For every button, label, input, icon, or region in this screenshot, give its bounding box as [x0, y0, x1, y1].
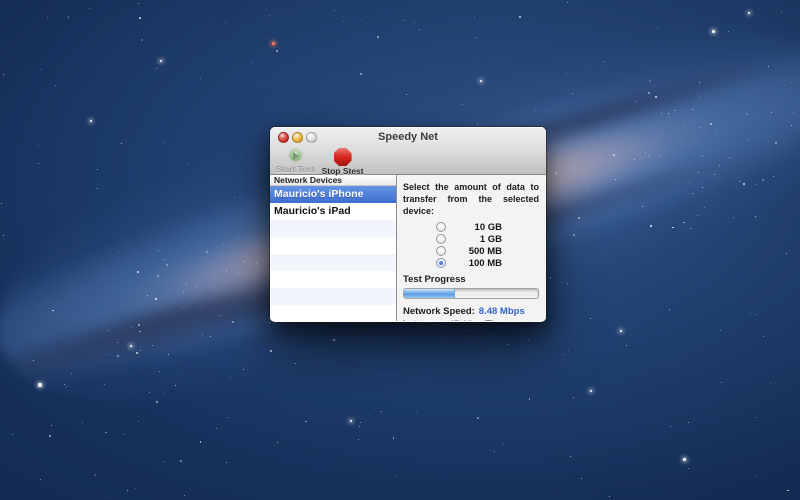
- latency-group: Latency: 47.63 ms: [403, 318, 485, 321]
- latency-label: Latency:: [403, 319, 442, 321]
- device-list-header: Network Devices: [270, 175, 396, 186]
- data-size-radio-group: 10 GB 1 GB 500 MB 100 MB: [436, 221, 539, 269]
- device-list: Network Devices Mauricio's iPhone Mauric…: [270, 175, 397, 321]
- time-group: Time: 00:37: [485, 318, 539, 321]
- transfer-panel: Select the amount of data to transfer fr…: [397, 175, 546, 321]
- progress-bar: [403, 288, 539, 299]
- titlebar[interactable]: Speedy Net: [270, 127, 546, 148]
- stop-test-button[interactable]: Stop Stest: [322, 148, 364, 176]
- app-window: Speedy Net Start Test Stop Stest Network…: [270, 127, 546, 322]
- empty-row: [270, 305, 396, 321]
- stop-icon: [334, 148, 352, 166]
- start-test-button[interactable]: Start Test: [276, 148, 315, 174]
- window-title: Speedy Net: [270, 131, 546, 143]
- window-header[interactable]: Speedy Net Start Test Stop Stest: [270, 127, 546, 175]
- stats: Network Speed: 8.48 Mbps Latency: 47.63 …: [403, 305, 539, 321]
- stop-test-label: Stop Stest: [322, 166, 364, 176]
- time-label: Time:: [485, 319, 510, 321]
- instruction-text: Select the amount of data to transfer fr…: [403, 181, 539, 217]
- window-content: Network Devices Mauricio's iPhone Mauric…: [270, 175, 546, 321]
- radio-label: 1 GB: [452, 234, 502, 245]
- empty-row: [270, 271, 396, 288]
- radio-circle-icon[interactable]: [436, 234, 446, 244]
- latency-time-line: Latency: 47.63 ms Time: 00:37: [403, 318, 539, 321]
- toolbar: Start Test Stop Stest: [270, 148, 546, 175]
- radio-option-500mb[interactable]: 500 MB: [436, 245, 539, 257]
- device-row-iphone[interactable]: Mauricio's iPhone: [270, 186, 396, 203]
- radio-circle-icon[interactable]: [436, 222, 446, 232]
- empty-row: [270, 288, 396, 305]
- empty-row: [270, 237, 396, 254]
- radio-label: 500 MB: [452, 246, 502, 257]
- network-speed-line: Network Speed: 8.48 Mbps: [403, 305, 539, 318]
- radio-option-1gb[interactable]: 1 GB: [436, 233, 539, 245]
- radio-label: 100 MB: [452, 258, 502, 269]
- play-icon: [288, 148, 303, 163]
- radio-circle-icon[interactable]: [436, 246, 446, 256]
- radio-option-100mb[interactable]: 100 MB: [436, 257, 539, 269]
- radio-label: 10 GB: [452, 222, 502, 233]
- start-test-label: Start Test: [276, 164, 315, 174]
- radio-option-10gb[interactable]: 10 GB: [436, 221, 539, 233]
- network-speed-value: 8.48 Mbps: [479, 305, 525, 318]
- empty-row: [270, 220, 396, 237]
- radio-circle-icon[interactable]: [436, 258, 446, 268]
- device-row-ipad[interactable]: Mauricio's iPad: [270, 203, 396, 220]
- instruction-line-1: Select the amount of data to: [403, 181, 539, 193]
- progress-fill: [404, 289, 455, 298]
- test-progress-label: Test Progress: [403, 274, 539, 285]
- empty-row: [270, 254, 396, 271]
- network-speed-label: Network Speed:: [403, 305, 475, 318]
- instruction-line-2: transfer from the selected device:: [403, 193, 539, 217]
